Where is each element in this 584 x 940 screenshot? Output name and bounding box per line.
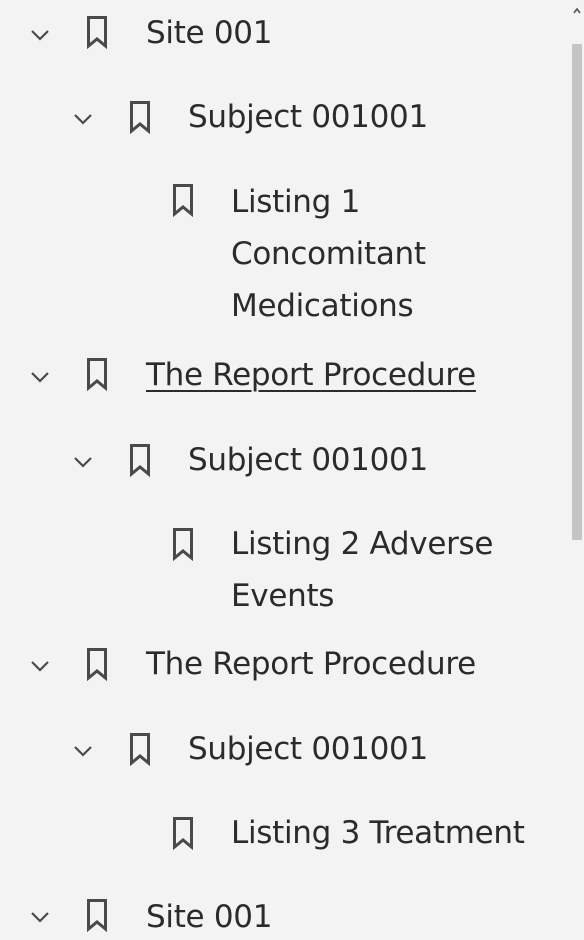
bookmark-tree: Site 001 Subject 001001 Listing 1 Concom… bbox=[0, 0, 572, 940]
bookmark-icon bbox=[87, 648, 107, 681]
bookmark-icon bbox=[173, 528, 193, 561]
bookmark-icon bbox=[173, 184, 193, 217]
scrollbar-thumb[interactable] bbox=[572, 44, 582, 540]
bookmark-icon bbox=[87, 16, 107, 49]
chevron-down-icon[interactable] bbox=[30, 370, 50, 384]
chevron-down-icon[interactable] bbox=[73, 744, 93, 758]
bookmark-label[interactable]: Site 001 bbox=[146, 7, 272, 59]
bookmark-label[interactable]: Listing 2 Adverse Events bbox=[231, 518, 541, 622]
bookmark-icon bbox=[130, 101, 150, 134]
vertical-scrollbar[interactable] bbox=[570, 0, 584, 940]
bookmark-icon bbox=[87, 899, 107, 932]
bookmark-icon bbox=[130, 733, 150, 766]
bookmark-label[interactable]: Subject 001001 bbox=[188, 91, 428, 143]
bookmark-icon bbox=[87, 358, 107, 391]
scroll-up-icon[interactable] bbox=[573, 6, 581, 16]
chevron-down-icon[interactable] bbox=[30, 910, 50, 924]
bookmark-icon bbox=[173, 817, 193, 850]
bookmark-label[interactable]: Listing 1 Concomitant Medications bbox=[231, 176, 471, 332]
bookmark-label[interactable]: Site 001 bbox=[146, 891, 272, 940]
bookmark-label[interactable]: Listing 3 Treatment bbox=[231, 807, 525, 859]
chevron-down-icon[interactable] bbox=[30, 659, 50, 673]
bookmark-label[interactable]: The Report Procedure bbox=[146, 349, 476, 401]
chevron-down-icon[interactable] bbox=[30, 28, 50, 42]
bookmark-icon bbox=[130, 444, 150, 477]
bookmark-label[interactable]: Subject 001001 bbox=[188, 434, 428, 486]
bookmarks-panel: Site 001 Subject 001001 Listing 1 Concom… bbox=[0, 0, 584, 940]
chevron-down-icon[interactable] bbox=[73, 112, 93, 126]
bookmark-label[interactable]: Subject 001001 bbox=[188, 723, 428, 775]
bookmark-label[interactable]: The Report Procedure bbox=[146, 638, 476, 690]
chevron-down-icon[interactable] bbox=[73, 455, 93, 469]
